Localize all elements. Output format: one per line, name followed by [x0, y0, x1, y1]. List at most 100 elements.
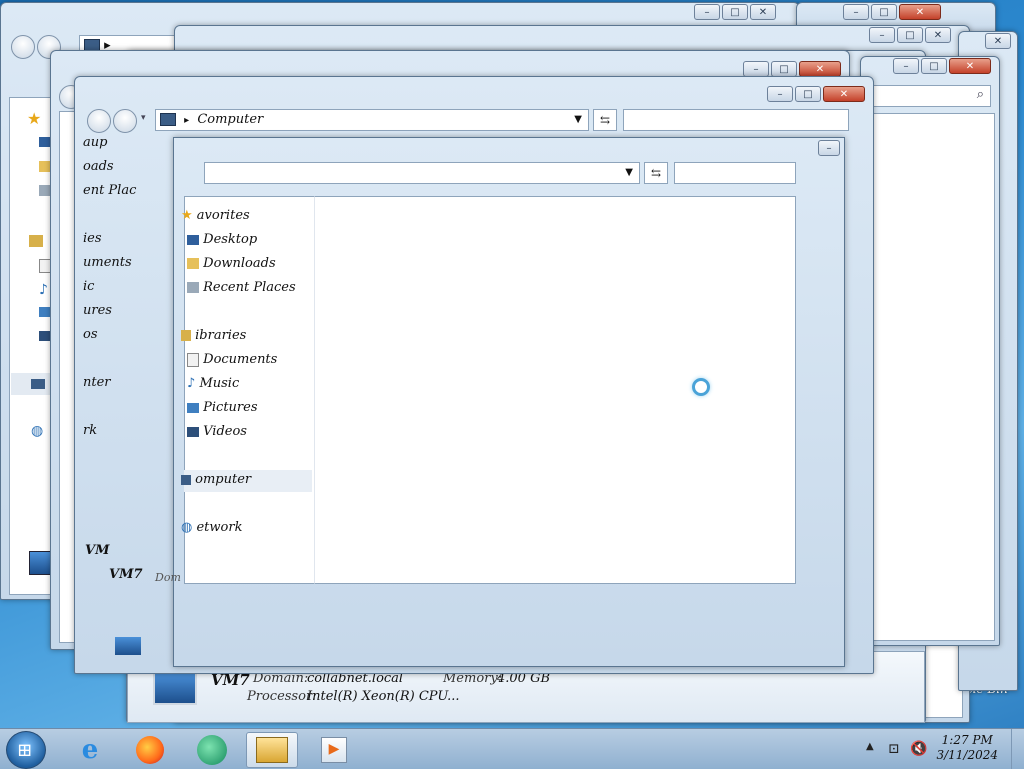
close-button[interactable]: ✕: [925, 27, 951, 43]
search-icon[interactable]: ⌕: [977, 87, 984, 102]
fragment-text: ures: [83, 303, 112, 318]
minimize-button[interactable]: –: [767, 86, 793, 102]
pictures-icon: [187, 402, 199, 413]
address-bar[interactable]: ▼: [204, 162, 640, 184]
nav-videos-label: Videos: [203, 424, 247, 439]
window-controls: – □ ✕: [843, 4, 941, 20]
nav-network-label: etwork: [196, 520, 243, 535]
window-controls: – □ ✕: [869, 27, 951, 43]
nav-pictures[interactable]: Pictures: [187, 400, 258, 415]
nav-network[interactable]: ◍ etwork: [181, 520, 242, 535]
minimize-button[interactable]: –: [743, 61, 769, 77]
clock-date: 3/11/2024: [936, 748, 998, 762]
maximize-button[interactable]: □: [897, 27, 923, 43]
maximize-button[interactable]: □: [795, 86, 821, 102]
recent-pages-chevron-icon[interactable]: ▾: [141, 113, 146, 123]
fragment-text: ies: [83, 231, 102, 246]
fragment-text: ent Plac: [83, 183, 137, 198]
fragment-text: ic: [83, 279, 95, 294]
close-button[interactable]: ✕: [949, 58, 991, 74]
explorer-window-main[interactable]: – □ ✕ ▾ ▸ Computer ▼ ⇆ – ▼ ⇆ ★ avorites …: [74, 76, 874, 674]
taskbar-explorer[interactable]: [246, 732, 298, 768]
network-icon: ◍: [181, 520, 193, 535]
taskbar-internet-explorer[interactable]: e: [64, 732, 116, 768]
nav-recent-places[interactable]: Recent Places: [187, 280, 296, 295]
nav-computer[interactable]: omputer: [181, 472, 251, 487]
nav-downloads-label: Downloads: [203, 256, 276, 271]
back-button[interactable]: [11, 35, 35, 59]
breadcrumb-arrow: ▸: [184, 115, 190, 126]
busy-cursor-icon: [692, 378, 710, 396]
taskbar-app[interactable]: [186, 732, 238, 768]
refresh-button[interactable]: ⇆: [644, 162, 668, 184]
nav-downloads[interactable]: Downloads: [187, 256, 276, 271]
downloads-folder-icon: [187, 258, 199, 269]
pc-large-icon: [153, 671, 197, 705]
app-icon: [197, 735, 227, 765]
nav-music[interactable]: ♪ Music: [187, 376, 239, 391]
window-body: [861, 113, 995, 641]
minimize-button[interactable]: –: [843, 4, 869, 20]
address-dropdown-icon[interactable]: ▼: [574, 110, 582, 130]
volume-muted-icon[interactable]: 🔇: [910, 741, 927, 757]
search-box[interactable]: [674, 162, 796, 184]
explorer-window-7[interactable]: – □ ✕ ⌕: [860, 56, 1000, 646]
nav-libraries[interactable]: ibraries: [181, 328, 246, 343]
computer-icon: [181, 474, 191, 485]
libraries-icon: [29, 235, 43, 247]
nav-desktop[interactable]: Desktop: [187, 232, 257, 247]
minimize-button[interactable]: –: [893, 58, 919, 74]
network-tray-icon[interactable]: ⊡: [888, 741, 900, 757]
minimize-button[interactable]: –: [869, 27, 895, 43]
refresh-button[interactable]: ⇆: [593, 109, 617, 131]
favorites-star-icon: ★: [27, 109, 42, 128]
explorer-icon: [256, 737, 288, 763]
maximize-button[interactable]: □: [921, 58, 947, 74]
taskbar: ⊞ e ▶ ▲ ⊡ 🔇 1:27 PM 3/11/2024: [0, 728, 1024, 769]
show-hidden-icons-button[interactable]: ▲: [866, 741, 874, 752]
media-player-icon: ▶: [321, 737, 347, 763]
maximize-button[interactable]: □: [871, 4, 897, 20]
forward-button[interactable]: [113, 109, 137, 133]
nav-pictures-label: Pictures: [203, 400, 258, 415]
address-bar[interactable]: ▸ Computer ▼: [155, 109, 589, 131]
breadcrumb-computer[interactable]: Computer: [197, 112, 263, 127]
processor-value: Intel(R) Xeon(R) CPU...: [307, 689, 460, 704]
close-button[interactable]: ✕: [823, 86, 865, 102]
taskbar-firefox[interactable]: [124, 732, 176, 768]
computer-icon: [31, 379, 45, 389]
search-box[interactable]: ⌕: [861, 85, 991, 107]
videos-icon: [187, 426, 199, 437]
close-button[interactable]: ✕: [799, 61, 841, 77]
nav-documents[interactable]: Documents: [187, 352, 277, 367]
window-controls: ✕: [985, 33, 1011, 49]
close-button[interactable]: ✕: [985, 33, 1011, 49]
minimize-button[interactable]: –: [694, 4, 720, 20]
computer-name-partial: VM7: [109, 567, 143, 582]
fragment-text: oads: [83, 159, 114, 174]
search-box[interactable]: [623, 109, 849, 131]
nav-libraries-label: ibraries: [195, 328, 247, 343]
taskbar-media-player[interactable]: ▶: [308, 732, 360, 768]
back-button[interactable]: [87, 109, 111, 133]
close-button[interactable]: ✕: [750, 4, 776, 20]
nav-videos[interactable]: Videos: [187, 424, 247, 439]
window-controls: – □ ✕: [694, 4, 776, 20]
start-button[interactable]: ⊞: [6, 731, 46, 769]
favorites-star-icon: ★: [181, 208, 193, 223]
address-dropdown-icon[interactable]: ▼: [625, 163, 633, 183]
close-button[interactable]: ✕: [899, 4, 941, 20]
nav-favorites[interactable]: ★ avorites: [181, 208, 250, 223]
minimize-button[interactable]: –: [818, 140, 840, 156]
firefox-icon: [136, 736, 164, 764]
network-icon: ◍: [31, 423, 44, 439]
documents-icon: [187, 352, 199, 367]
show-desktop-button[interactable]: [1011, 729, 1024, 769]
taskbar-clock[interactable]: 1:27 PM 3/11/2024: [936, 733, 998, 763]
fragment-text: os: [83, 327, 98, 342]
music-icon: ♪: [187, 376, 196, 391]
content-pane[interactable]: [314, 196, 796, 584]
windows-orb-icon: ⊞: [17, 740, 33, 761]
maximize-button[interactable]: □: [771, 61, 797, 77]
maximize-button[interactable]: □: [722, 4, 748, 20]
